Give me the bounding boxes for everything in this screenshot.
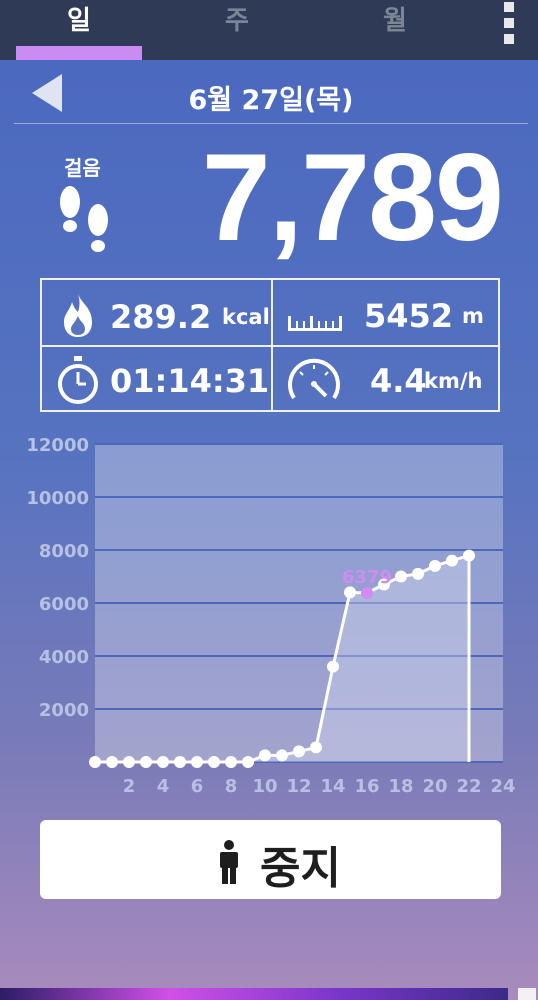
x-tick-label: 14 xyxy=(320,776,345,797)
data-point xyxy=(259,749,271,762)
data-point xyxy=(446,554,458,567)
steps-label: 걸음 xyxy=(64,156,101,180)
calories-cell: 289.2 kcal xyxy=(56,284,270,348)
x-tick-label: 16 xyxy=(354,776,379,797)
date-header: 6월 27일(목) xyxy=(14,68,528,124)
data-point xyxy=(123,756,135,768)
stopwatch-icon xyxy=(58,356,98,404)
duration-value: 01:14:31 xyxy=(110,362,270,400)
data-point xyxy=(174,756,186,768)
y-tick-label: 4000 xyxy=(39,647,89,668)
ruler-icon xyxy=(288,316,342,331)
stats-grid: 289.2 kcal 5452 m 01:14:31 4.4 km/h xyxy=(40,278,500,412)
x-tick-label: 4 xyxy=(157,776,170,797)
y-tick-label: 6000 xyxy=(39,594,89,615)
x-tick-label: 12 xyxy=(286,776,311,797)
data-point xyxy=(157,756,169,768)
tab-indicator xyxy=(16,46,142,60)
ad-banner[interactable] xyxy=(0,988,508,1000)
x-tick-label: 8 xyxy=(225,776,238,797)
calories-unit: kcal xyxy=(222,305,270,329)
x-tick-label: 6 xyxy=(191,776,204,797)
distance-value: 5452 xyxy=(364,297,454,335)
y-tick-label: 2000 xyxy=(39,700,89,721)
data-point xyxy=(276,749,288,762)
y-tick-label: 12000 xyxy=(26,435,89,456)
data-point xyxy=(89,756,101,768)
y-tick-label: 8000 xyxy=(39,541,89,562)
data-point xyxy=(344,586,356,599)
steps-count: 7,789 xyxy=(201,129,504,267)
person-icon xyxy=(220,840,238,884)
data-point xyxy=(140,756,152,768)
footprints-icon xyxy=(54,184,118,264)
flame-icon xyxy=(64,294,92,337)
data-point xyxy=(106,756,118,768)
calories-value: 289.2 xyxy=(110,298,212,336)
stop-button-label: 중지 xyxy=(260,843,341,894)
speedometer-icon xyxy=(288,358,340,400)
data-point xyxy=(310,741,322,754)
data-point xyxy=(208,756,220,768)
data-point xyxy=(463,549,475,562)
distance-unit: m xyxy=(462,304,484,328)
data-label: 6379 xyxy=(342,567,392,588)
ad-info-icon[interactable] xyxy=(518,988,536,1000)
date-title: 6월 27일(목) xyxy=(188,85,354,116)
x-tick-label: 10 xyxy=(252,776,277,797)
x-tick-label: 22 xyxy=(456,776,481,797)
steps-chart: 200040006000800010000120002 4 6 8 10 12 14 16 18… xyxy=(26,435,515,797)
speed-value: 4.4 xyxy=(370,362,427,400)
data-point xyxy=(293,745,305,758)
x-tick-label: 20 xyxy=(422,776,447,797)
tab-bar: 일 주 월 xyxy=(0,0,538,60)
more-menu-icon[interactable] xyxy=(498,2,520,46)
x-tick-label: 24 xyxy=(490,776,515,797)
tab-week[interactable]: 주 xyxy=(174,0,300,60)
data-point xyxy=(327,660,339,673)
data-point xyxy=(429,559,441,572)
distance-cell: 5452 m xyxy=(284,284,498,348)
data-point xyxy=(242,756,254,768)
data-point xyxy=(191,756,203,768)
data-point xyxy=(361,586,373,599)
x-tick-label: 2 xyxy=(123,776,136,797)
y-tick-label: 10000 xyxy=(26,488,89,509)
speed-cell: 4.4 km/h xyxy=(284,348,498,412)
stop-button[interactable]: 중지 xyxy=(40,820,501,899)
data-point xyxy=(412,567,424,580)
x-tick-label: 18 xyxy=(388,776,413,797)
duration-cell: 01:14:31 xyxy=(56,348,270,412)
speed-unit: km/h xyxy=(424,369,483,393)
data-point xyxy=(395,570,407,583)
data-point xyxy=(225,756,237,768)
tab-month[interactable]: 월 xyxy=(332,0,458,60)
